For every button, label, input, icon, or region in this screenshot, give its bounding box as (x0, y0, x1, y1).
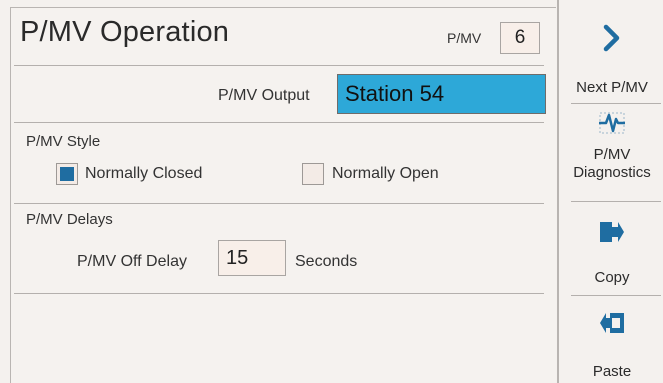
pmv-diagnostics-button[interactable]: P/MV Diagnostics (559, 104, 663, 200)
softkey-sidebar: Next P/MV P/MV Diagnostics Copy Paste (557, 0, 663, 383)
next-pmv-label: Next P/MV (576, 79, 648, 96)
normally-open-label: Normally Open (332, 165, 439, 182)
pmv-operation-screen: P/MV Operation P/MV 6 P/MV Output Statio… (0, 0, 663, 383)
normally-closed-label: Normally Closed (85, 165, 203, 182)
off-delay-label: P/MV Off Delay (77, 253, 187, 270)
paste-icon (559, 310, 663, 341)
divider (14, 293, 544, 294)
page-title: P/MV Operation (20, 16, 230, 48)
diagnostics-icon (559, 110, 663, 141)
chevron-right-icon (559, 24, 663, 57)
divider (14, 122, 544, 123)
pmv-number-field[interactable]: 6 (500, 22, 540, 54)
normally-open-checkbox[interactable] (302, 163, 324, 185)
copy-label: Copy (594, 269, 630, 286)
copy-button[interactable]: Copy (559, 202, 663, 294)
divider (14, 65, 544, 66)
main-panel (10, 7, 556, 383)
paste-label: Paste (592, 363, 632, 380)
normally-closed-checkbox[interactable] (56, 163, 78, 185)
pmv-output-label: P/MV Output (218, 87, 310, 104)
pmv-delays-heading: P/MV Delays (26, 211, 113, 228)
paste-button[interactable]: Paste (559, 296, 663, 383)
diagnostics-label-line1: P/MV (593, 146, 631, 163)
copy-icon (559, 219, 663, 250)
diagnostics-label-line2: Diagnostics (573, 164, 651, 181)
off-delay-field[interactable]: 15 (218, 240, 286, 276)
off-delay-unit: Seconds (295, 253, 358, 270)
pmv-output-field[interactable]: Station 54 (337, 74, 546, 114)
pmv-style-heading: P/MV Style (26, 133, 101, 150)
next-pmv-button[interactable]: Next P/MV (559, 0, 663, 100)
divider (14, 203, 544, 204)
pmv-number-label: P/MV (447, 30, 482, 46)
